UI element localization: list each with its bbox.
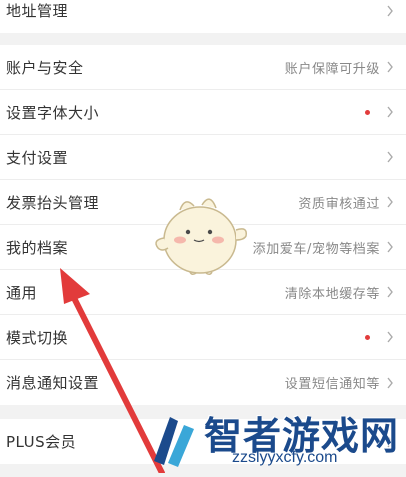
row-value: 账户保障可升级 [284, 61, 380, 77]
row-payment-settings[interactable]: 支付设置 [0, 135, 406, 180]
row-value: 清除本地缓存等 [284, 286, 380, 302]
watermark-logo-icon [148, 411, 200, 471]
chevron-right-icon [386, 151, 394, 163]
chevron-right-icon [386, 106, 394, 118]
row-label: 支付设置 [6, 148, 69, 167]
watermark-url: zzslyyxcfy.com [232, 449, 338, 466]
row-label: 账户与安全 [6, 58, 84, 77]
watermark: 智者游戏网 zzslyyxcfy.com [148, 405, 406, 473]
chevron-right-icon [386, 241, 394, 253]
chevron-right-icon [386, 286, 394, 298]
row-value: 设置短信通知等 [284, 377, 380, 392]
chevron-right-icon [386, 331, 394, 343]
settings-group-address: 地址管理 [0, 0, 406, 33]
row-value: 添加爱车/宠物等档案 [252, 241, 380, 257]
row-label: 我的档案 [6, 238, 69, 257]
notification-dot [365, 334, 370, 340]
row-label: 发票抬头管理 [6, 193, 100, 212]
row-label: 地址管理 [6, 2, 69, 20]
row-label: 设置字体大小 [6, 103, 100, 122]
chevron-right-icon [386, 61, 394, 73]
chevron-right-icon [386, 5, 394, 17]
row-address-management[interactable]: 地址管理 [0, 0, 406, 33]
row-account-security[interactable]: 账户与安全 账户保障可升级 [0, 45, 406, 90]
chevron-right-icon [386, 196, 394, 208]
row-label: 通用 [6, 283, 38, 302]
notification-dot [365, 109, 370, 115]
row-font-size[interactable]: 设置字体大小 [0, 90, 406, 135]
chevron-right-icon [386, 377, 394, 389]
row-value: 资质审核通过 [298, 196, 380, 212]
